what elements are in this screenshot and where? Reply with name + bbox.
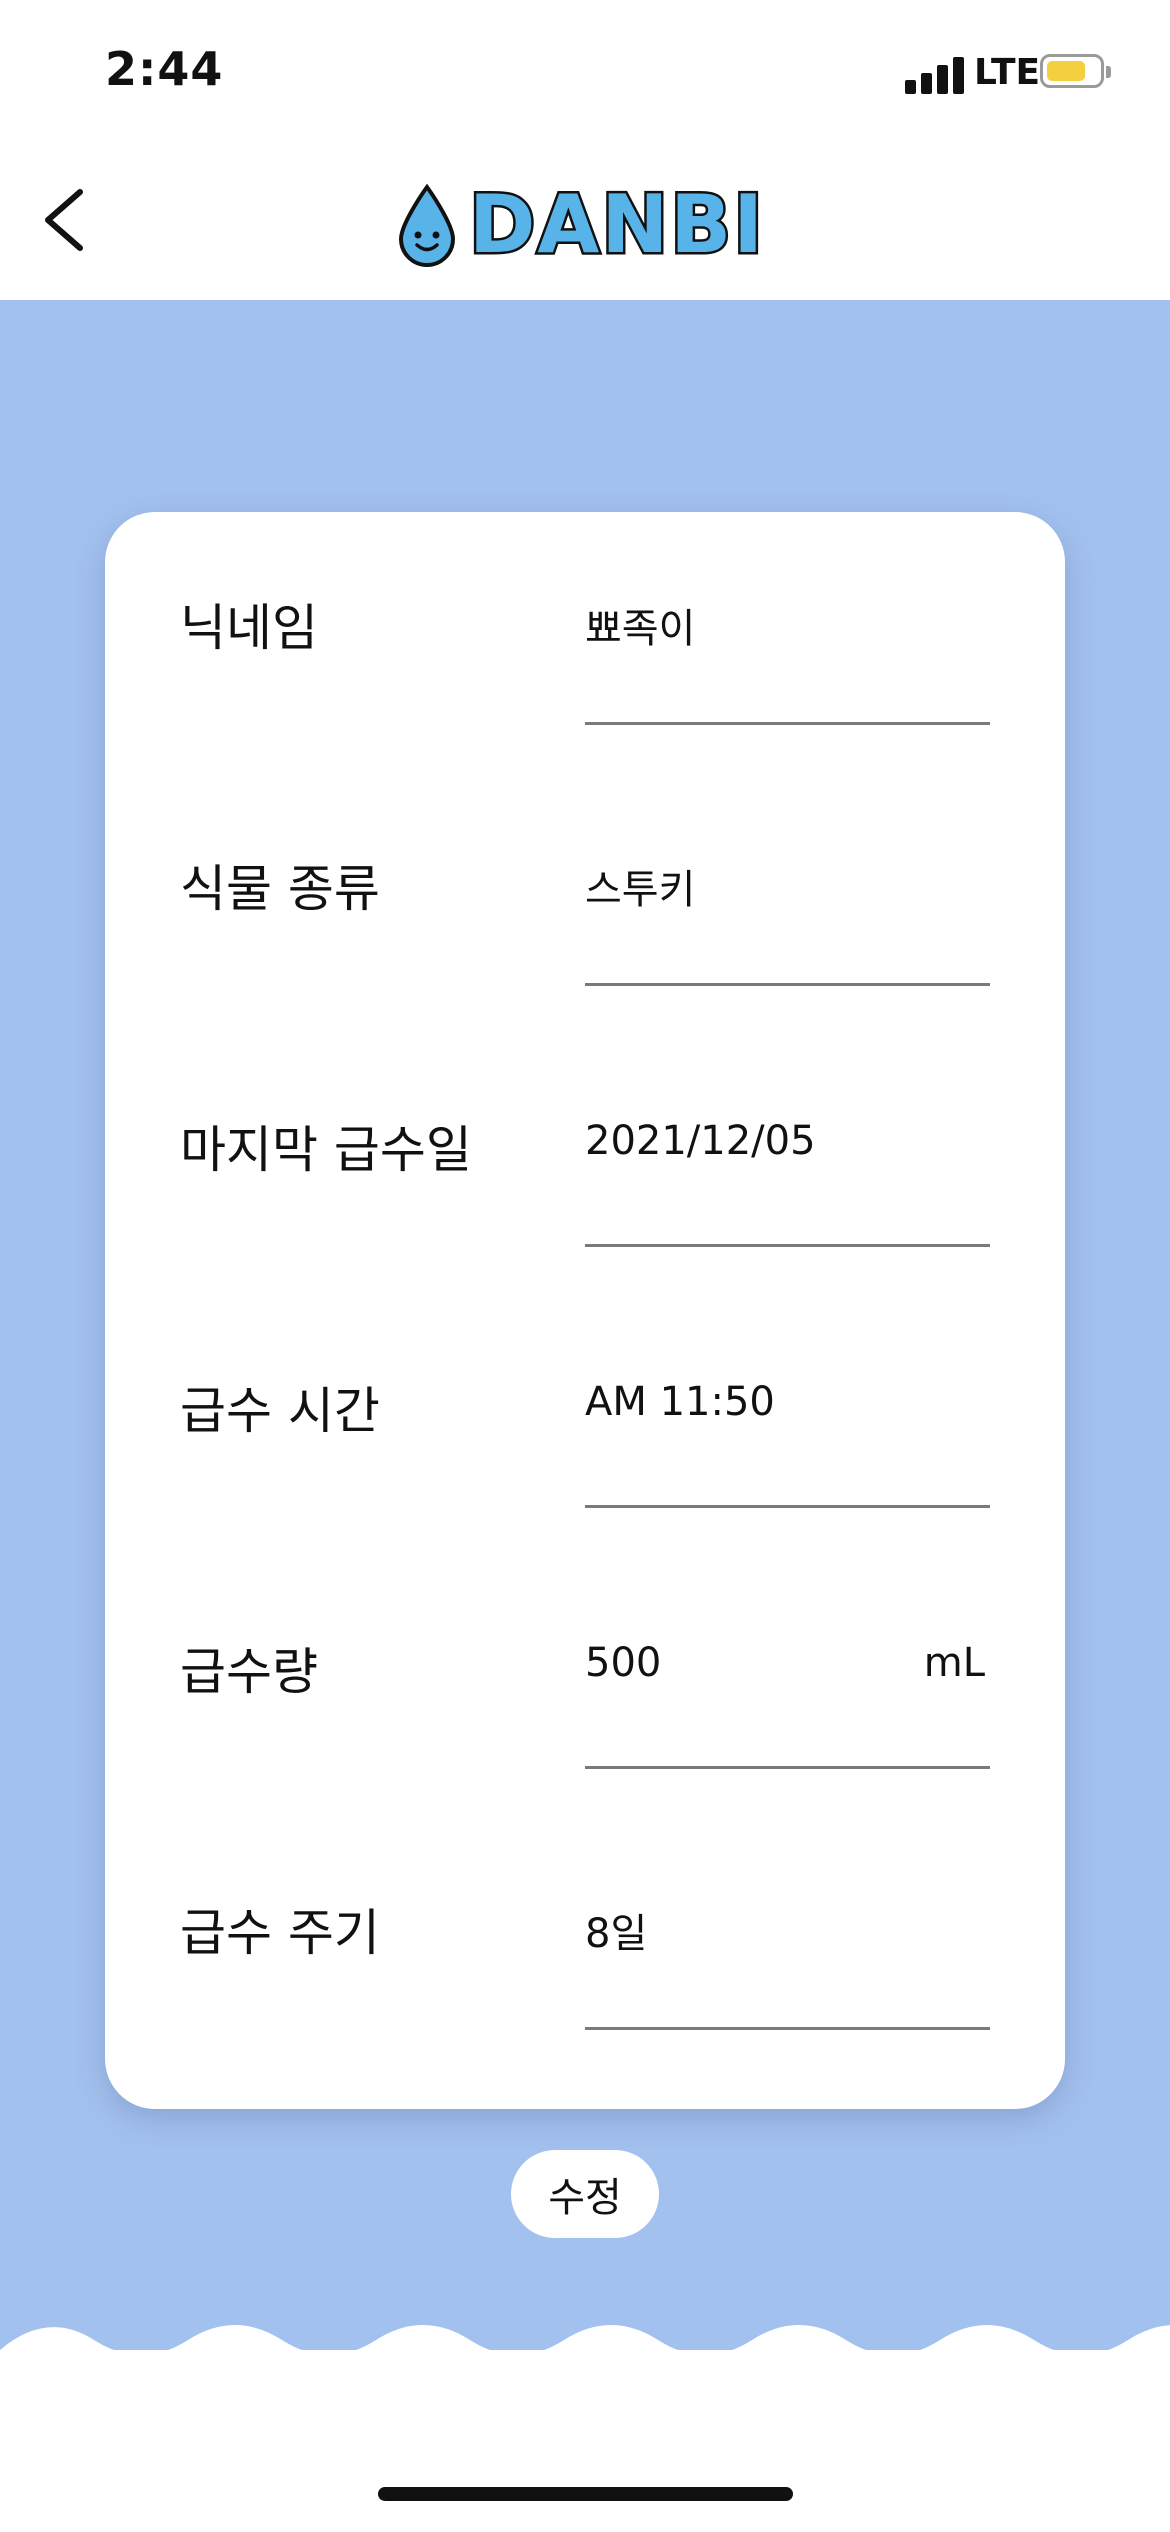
network-type: LTE: [974, 52, 1041, 93]
plant-type-input[interactable]: 스투키: [585, 857, 695, 915]
input-underline: [585, 2027, 990, 2030]
watering-amount-input[interactable]: 500: [585, 1640, 661, 1686]
water-drop-icon: [398, 183, 456, 267]
field-plant-type: 식물 종류 스투키: [105, 773, 1065, 1033]
cellular-signal-icon: [905, 54, 967, 94]
battery-icon: [1040, 54, 1111, 88]
input-underline: [585, 1244, 990, 1247]
field-label: 마지막 급수일: [180, 1121, 472, 1179]
watering-time-input[interactable]: AM 11:50: [585, 1379, 775, 1425]
plant-info-card: 닉네임 뾰족이 식물 종류 스투키 마지막 급수일 2021/12/05 급수 …: [105, 512, 1065, 2109]
input-underline: [585, 1766, 990, 1769]
unit-label: mL: [923, 1640, 985, 1686]
wave-decoration: [0, 2325, 1170, 2385]
back-button[interactable]: [30, 180, 110, 260]
chevron-left-icon: [45, 189, 83, 251]
app-logo: DANBI: [395, 178, 766, 271]
home-indicator[interactable]: [378, 2487, 793, 2501]
field-label: 급수 주기: [180, 1904, 380, 1962]
input-underline: [585, 722, 990, 725]
field-nickname: 닉네임 뾰족이: [105, 512, 1065, 772]
watering-cycle-input[interactable]: 8일: [585, 1901, 647, 1959]
input-underline: [585, 1505, 990, 1508]
status-time: 2:44: [105, 42, 224, 96]
field-watering-amount: 급수량 500 mL: [105, 1556, 1065, 1816]
nickname-input[interactable]: 뾰족이: [585, 596, 695, 654]
field-label: 급수량: [180, 1643, 318, 1701]
field-watering-cycle: 급수 주기 8일: [105, 1817, 1065, 2077]
status-bar: 2:44 LTE: [0, 0, 1170, 140]
field-watering-time: 급수 시간 AM 11:50: [105, 1295, 1065, 1555]
field-label: 닉네임: [180, 599, 318, 657]
last-watering-date-input[interactable]: 2021/12/05: [585, 1118, 816, 1164]
field-label: 식물 종류: [180, 860, 380, 918]
edit-button[interactable]: 수정: [511, 2150, 659, 2238]
app-header: DANBI: [0, 140, 1170, 300]
field-last-watering-date: 마지막 급수일 2021/12/05: [105, 1034, 1065, 1294]
logo-text: DANBI: [466, 178, 766, 271]
input-underline: [585, 983, 990, 986]
field-label: 급수 시간: [180, 1382, 380, 1440]
